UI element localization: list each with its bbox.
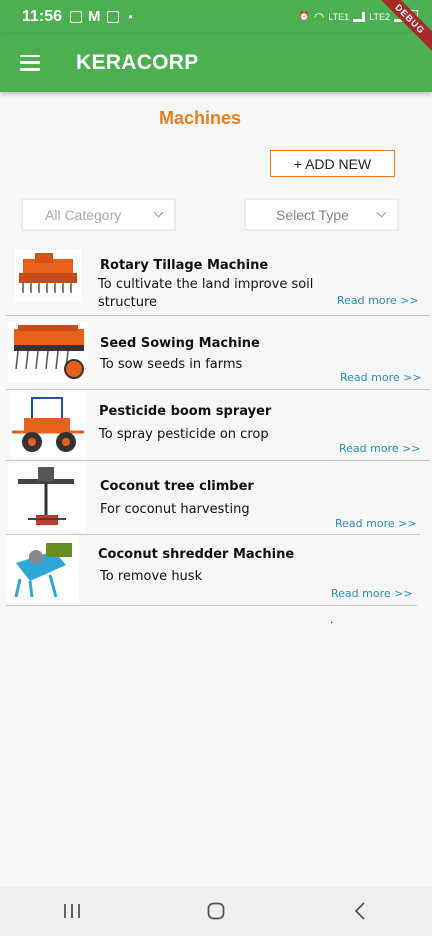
machine-name: Pesticide boom sprayer <box>99 404 272 419</box>
signal-icon-2 <box>394 11 406 22</box>
list-item[interactable]: Coconut tree climber For coconut harvest… <box>6 461 420 535</box>
hamburger-menu-icon[interactable] <box>20 54 40 71</box>
status-bar: 11:56 M • ⏰ ◠ LTE1 LTE2 <box>0 0 432 33</box>
status-time: 11:56 <box>22 7 63 25</box>
system-nav-bar <box>0 886 432 936</box>
machine-name: Coconut shredder Machine <box>98 547 295 562</box>
calendar-notification-icon-2 <box>106 10 119 23</box>
recent-apps-icon[interactable] <box>52 896 92 926</box>
type-dropdown[interactable]: Select Type <box>244 198 399 231</box>
app-bar: KERACORP <box>0 33 432 92</box>
type-dropdown-value: Select Type <box>276 206 349 223</box>
machine-name: Rotary Tillage Machine <box>100 258 269 273</box>
back-icon[interactable] <box>340 896 380 926</box>
rotary-tiller-image <box>15 249 81 301</box>
coconut-climber-image <box>8 463 86 533</box>
home-icon[interactable] <box>196 896 236 926</box>
machine-description: To spray pesticide on crop <box>99 427 269 442</box>
machine-description: For coconut harvesting <box>100 502 250 517</box>
read-more-link[interactable]: Read more >> <box>331 587 413 600</box>
machine-description: To cultivate the land improve soil struc… <box>98 277 314 310</box>
machine-description: To remove husk <box>100 569 203 584</box>
calendar-notification-icon <box>70 10 83 23</box>
category-dropdown[interactable]: All Category <box>21 198 176 231</box>
coconut-shredder-image <box>6 535 79 603</box>
list-item[interactable]: Coconut shredder Machine To remove husk … <box>6 535 417 606</box>
pesticide-sprayer-image <box>10 392 86 458</box>
chevron-down-icon <box>153 207 164 218</box>
wifi-icon: ◠ <box>313 9 325 24</box>
read-more-link[interactable]: Read more >> <box>335 517 417 530</box>
battery-icon <box>410 9 418 24</box>
read-more-link[interactable]: Read more >> <box>337 294 419 307</box>
add-new-button[interactable]: + ADD NEW <box>270 150 395 177</box>
list-item[interactable]: Rotary Tillage Machine To cultivate the … <box>6 246 430 316</box>
more-notifications-dot: • <box>128 9 133 24</box>
chevron-down-icon <box>376 207 387 218</box>
lte1-label: LTE1 <box>328 11 350 22</box>
list-item[interactable]: Pesticide boom sprayer To spray pesticid… <box>6 390 430 461</box>
machine-name: Seed Sowing Machine <box>100 336 260 351</box>
alarm-icon: ⏰ <box>298 11 310 21</box>
lte2-label: LTE2 <box>369 11 390 22</box>
signal-icon-1 <box>353 11 366 22</box>
seed-sowing-image <box>8 321 88 383</box>
app-title: KERACORP <box>76 50 199 74</box>
read-more-link[interactable]: Read more >> <box>339 442 421 455</box>
read-more-link[interactable]: Read more >> <box>340 371 422 384</box>
list-item[interactable]: Seed Sowing Machine To sow seeds in farm… <box>6 316 430 390</box>
footer-mark: . <box>330 612 334 626</box>
machine-name: Coconut tree climber <box>100 479 254 494</box>
machine-description: To sow seeds in farms <box>100 357 243 372</box>
m-app-notification-icon: M <box>88 8 101 25</box>
page-title: Machines <box>158 108 242 128</box>
status-right: ⏰ ◠ LTE1 LTE2 <box>298 9 418 24</box>
category-dropdown-value: All Category <box>45 206 122 223</box>
